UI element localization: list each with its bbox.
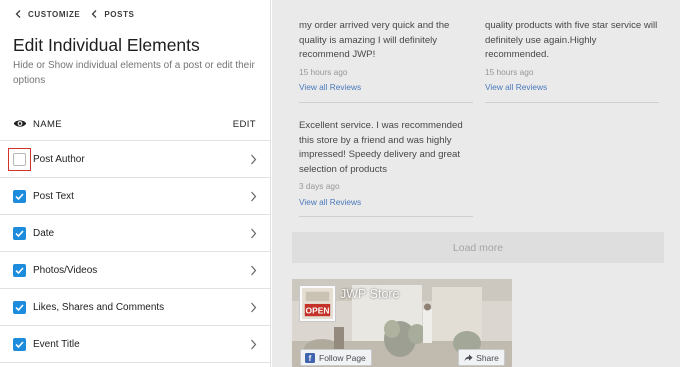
settings-panel: CUSTOMIZE POSTS Edit Individual Elements… [0,0,271,367]
view-all-reviews-link[interactable]: View all Reviews [299,80,474,95]
breadcrumb-label: POSTS [104,9,135,19]
element-row-post-text[interactable]: Post Text [0,178,271,215]
review-time: 3 days ago [299,181,340,191]
element-label: Likes, Shares and Comments [33,302,165,313]
chevron-right-icon[interactable] [250,154,257,165]
review-card: my order arrived very quick and the qual… [299,19,474,95]
review-text: Excellent service. I was recommended thi… [299,120,463,175]
share-label: Share [476,352,499,363]
checkmark-icon [15,193,24,201]
open-sign-icon: OPEN [302,288,333,319]
likes-shares-comments-checkbox[interactable] [13,301,26,314]
load-more-button[interactable]: Load more [292,232,664,263]
share-icon [464,354,473,361]
column-name-header: NAME [33,119,63,130]
element-label: Photos/Videos [33,265,98,276]
breadcrumb-label: CUSTOMIZE [28,9,81,19]
page-subtitle: Hide or Show individual elements of a po… [13,60,255,86]
element-row-likes-shares-comments[interactable]: Likes, Shares and Comments [0,289,271,326]
post-author-checkbox[interactable] [13,153,26,166]
facebook-page-card[interactable]: OPEN JWP Store f Follow Page Share [292,279,512,367]
list-header: NAME EDIT [0,107,271,141]
share-button[interactable]: Share [458,349,505,366]
post-text-checkbox[interactable] [13,190,26,203]
breadcrumb-posts[interactable]: POSTS [90,9,134,19]
chevron-left-icon [91,10,97,18]
review-time: 15 hours ago [299,66,348,77]
chevron-right-icon[interactable] [250,228,257,239]
column-edit-header[interactable]: EDIT [233,119,256,130]
view-all-reviews-link[interactable]: View all Reviews [485,80,660,95]
chevron-left-icon [15,10,21,18]
facebook-icon: f [305,352,315,363]
element-label: Date [33,228,55,239]
element-row-post-author[interactable]: Post Author [0,141,271,178]
divider [485,102,659,103]
svg-text:OPEN: OPEN [306,305,330,315]
chevron-right-icon[interactable] [250,302,257,313]
divider [299,216,473,217]
review-card: Excellent service. I was recommended thi… [299,119,474,209]
divider [299,102,473,103]
element-row-event-title[interactable]: Event Title [0,326,271,363]
breadcrumb: CUSTOMIZE POSTS [14,9,135,19]
checkmark-icon [15,341,24,349]
follow-page-button[interactable]: f Follow Page [300,349,372,366]
checkmark-icon [15,230,24,238]
facebook-page-name[interactable]: JWP Store [340,287,400,301]
chevron-right-icon[interactable] [250,265,257,276]
review-card: quality products with five star service … [485,19,660,95]
element-label: Event Title [33,339,80,350]
eye-icon[interactable] [13,118,27,129]
preview-area: my order arrived very quick and the qual… [272,0,680,367]
element-label: Post Author [33,154,85,165]
review-text: quality products with five star service … [485,20,658,60]
checkmark-icon [15,304,24,312]
page-title: Edit Individual Elements [13,35,200,55]
follow-page-label: Follow Page [319,352,366,363]
photos-videos-checkbox[interactable] [13,264,26,277]
element-label: Post Text [33,191,74,202]
review-time: 15 hours ago [485,66,534,77]
checkmark-icon [15,267,24,275]
event-title-checkbox[interactable] [13,338,26,351]
element-row-date[interactable]: Date [0,215,271,252]
store-logo: OPEN [299,285,336,322]
chevron-right-icon[interactable] [250,339,257,350]
chevron-right-icon[interactable] [250,191,257,202]
element-list: Post Author Post Text Date Photos/Videos… [0,141,271,363]
element-row-photos-videos[interactable]: Photos/Videos [0,252,271,289]
view-all-reviews-link[interactable]: View all Reviews [299,195,474,210]
breadcrumb-customize[interactable]: CUSTOMIZE [14,9,80,19]
date-checkbox[interactable] [13,227,26,240]
review-text: my order arrived very quick and the qual… [299,20,450,60]
